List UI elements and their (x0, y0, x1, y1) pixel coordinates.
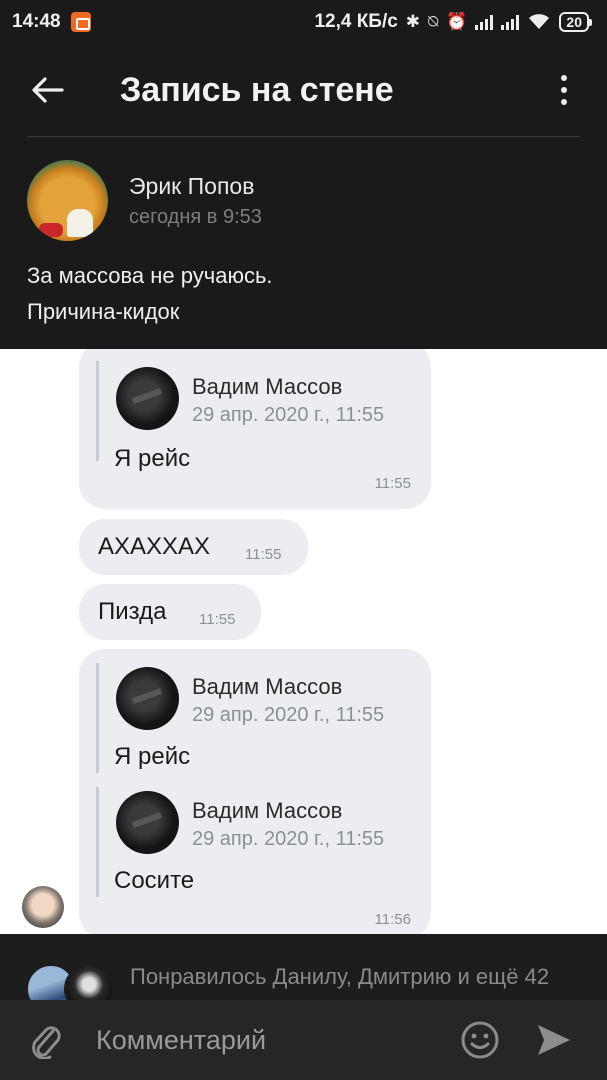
page-title: Запись на стене (120, 70, 394, 109)
attach-button[interactable] (26, 1020, 66, 1060)
chat-message-4: Вадим Массов 29 апр. 2020 г., 11:55 Я ре… (79, 649, 431, 934)
post-timestamp: сегодня в 9:53 (129, 205, 262, 228)
forwarded-date: 29 апр. 2020 г., 11:55 (192, 404, 385, 426)
post-text-line-2: Причина-кидок (27, 299, 180, 324)
top-app-bar: Запись на стене (0, 44, 607, 136)
post-text-line-1: За массова не ручаюсь. (27, 263, 273, 288)
message-text: АХАХХАХ (98, 533, 211, 560)
author-avatar[interactable] (27, 160, 108, 241)
send-arrow-icon (538, 1025, 570, 1055)
mute-bell-icon: ⍉ (428, 12, 439, 31)
forwarded-date: 29 апр. 2020 г., 11:55 (192, 704, 385, 726)
liker-avatar (64, 964, 114, 1000)
alarm-icon: ⏰ (446, 12, 468, 31)
forwarded-author-name: Вадим Массов (192, 374, 343, 399)
chat-message-3: Пизда 11:55 (79, 584, 261, 640)
chat-message-1: Вадим Массов 29 апр. 2020 г., 11:55 Я ре… (79, 349, 431, 509)
app-notification-icon (70, 12, 91, 32)
battery-indicator: 20 (559, 12, 592, 32)
header-divider (27, 136, 580, 137)
author-info: Эрик Попов сегодня в 9:53 (129, 173, 262, 229)
message-time: 11:55 (374, 475, 411, 492)
comment-input[interactable] (96, 1024, 436, 1056)
forwarded-text: Сосите (114, 867, 195, 894)
likes-row[interactable]: Понравилось Данилу, Дмитрию и ещё 42 люд… (0, 934, 607, 1000)
back-button[interactable] (14, 60, 80, 120)
forwarded-author-name: Вадим Массов (192, 798, 343, 823)
status-bar: 14:48 12,4 КБ/с ✱ ⍉ ⏰ 20 (0, 0, 607, 44)
likes-summary[interactable]: Понравилось Данилу, Дмитрию и ещё 42 люд… (130, 962, 570, 1000)
send-button[interactable] (532, 1018, 576, 1062)
message-time: 11:56 (374, 911, 411, 928)
forwarded-date: 29 апр. 2020 г., 11:55 (192, 828, 385, 850)
more-options-button[interactable] (539, 60, 589, 120)
signal-icon (475, 14, 494, 30)
message-time: 11:55 (199, 611, 236, 628)
more-vertical-icon (561, 75, 567, 81)
forwarded-message-1: Вадим Массов 29 апр. 2020 г., 11:55 Я ре… (96, 663, 384, 773)
forwarded-text: Я рейс (114, 743, 191, 770)
forwarded-text: Я рейс (114, 445, 191, 472)
post-author[interactable]: Эрик Попов сегодня в 9:53 (27, 160, 262, 241)
post-text: За массова не ручаюсь. Причина-кидок (27, 258, 273, 330)
forwarded-author-name: Вадим Массов (192, 674, 343, 699)
forwarded-author-avatar (116, 667, 179, 730)
arrow-left-icon (32, 77, 64, 103)
bluetooth-icon: ✱ (405, 12, 421, 31)
message-text: Пизда (98, 598, 167, 625)
network-speed: 12,4 КБ/с (314, 11, 398, 32)
comment-composer (0, 1000, 607, 1080)
forwarded-author-avatar (116, 791, 179, 854)
attached-screenshot[interactable]: Вадим Массов 29 апр. 2020 г., 11:55 Я ре… (0, 349, 607, 934)
sender-avatar (22, 886, 64, 928)
wifi-icon (529, 14, 550, 29)
emoji-button[interactable] (458, 1018, 502, 1062)
status-right-group: 12,4 КБ/с ✱ ⍉ ⏰ 20 (314, 11, 592, 33)
author-name[interactable]: Эрик Попов (129, 173, 262, 200)
signal-icon-2 (501, 14, 520, 30)
forwarded-author-avatar (116, 367, 179, 430)
message-time: 11:55 (245, 546, 282, 563)
paperclip-icon (32, 1026, 61, 1059)
chat-message-2: АХАХХАХ 11:55 (79, 519, 308, 575)
forwarded-message: Вадим Массов 29 апр. 2020 г., 11:55 Я ре… (96, 361, 384, 472)
status-time: 14:48 (12, 11, 61, 32)
forwarded-message-2: Вадим Массов 29 апр. 2020 г., 11:55 Соси… (96, 787, 384, 897)
smiley-icon (461, 1021, 499, 1059)
